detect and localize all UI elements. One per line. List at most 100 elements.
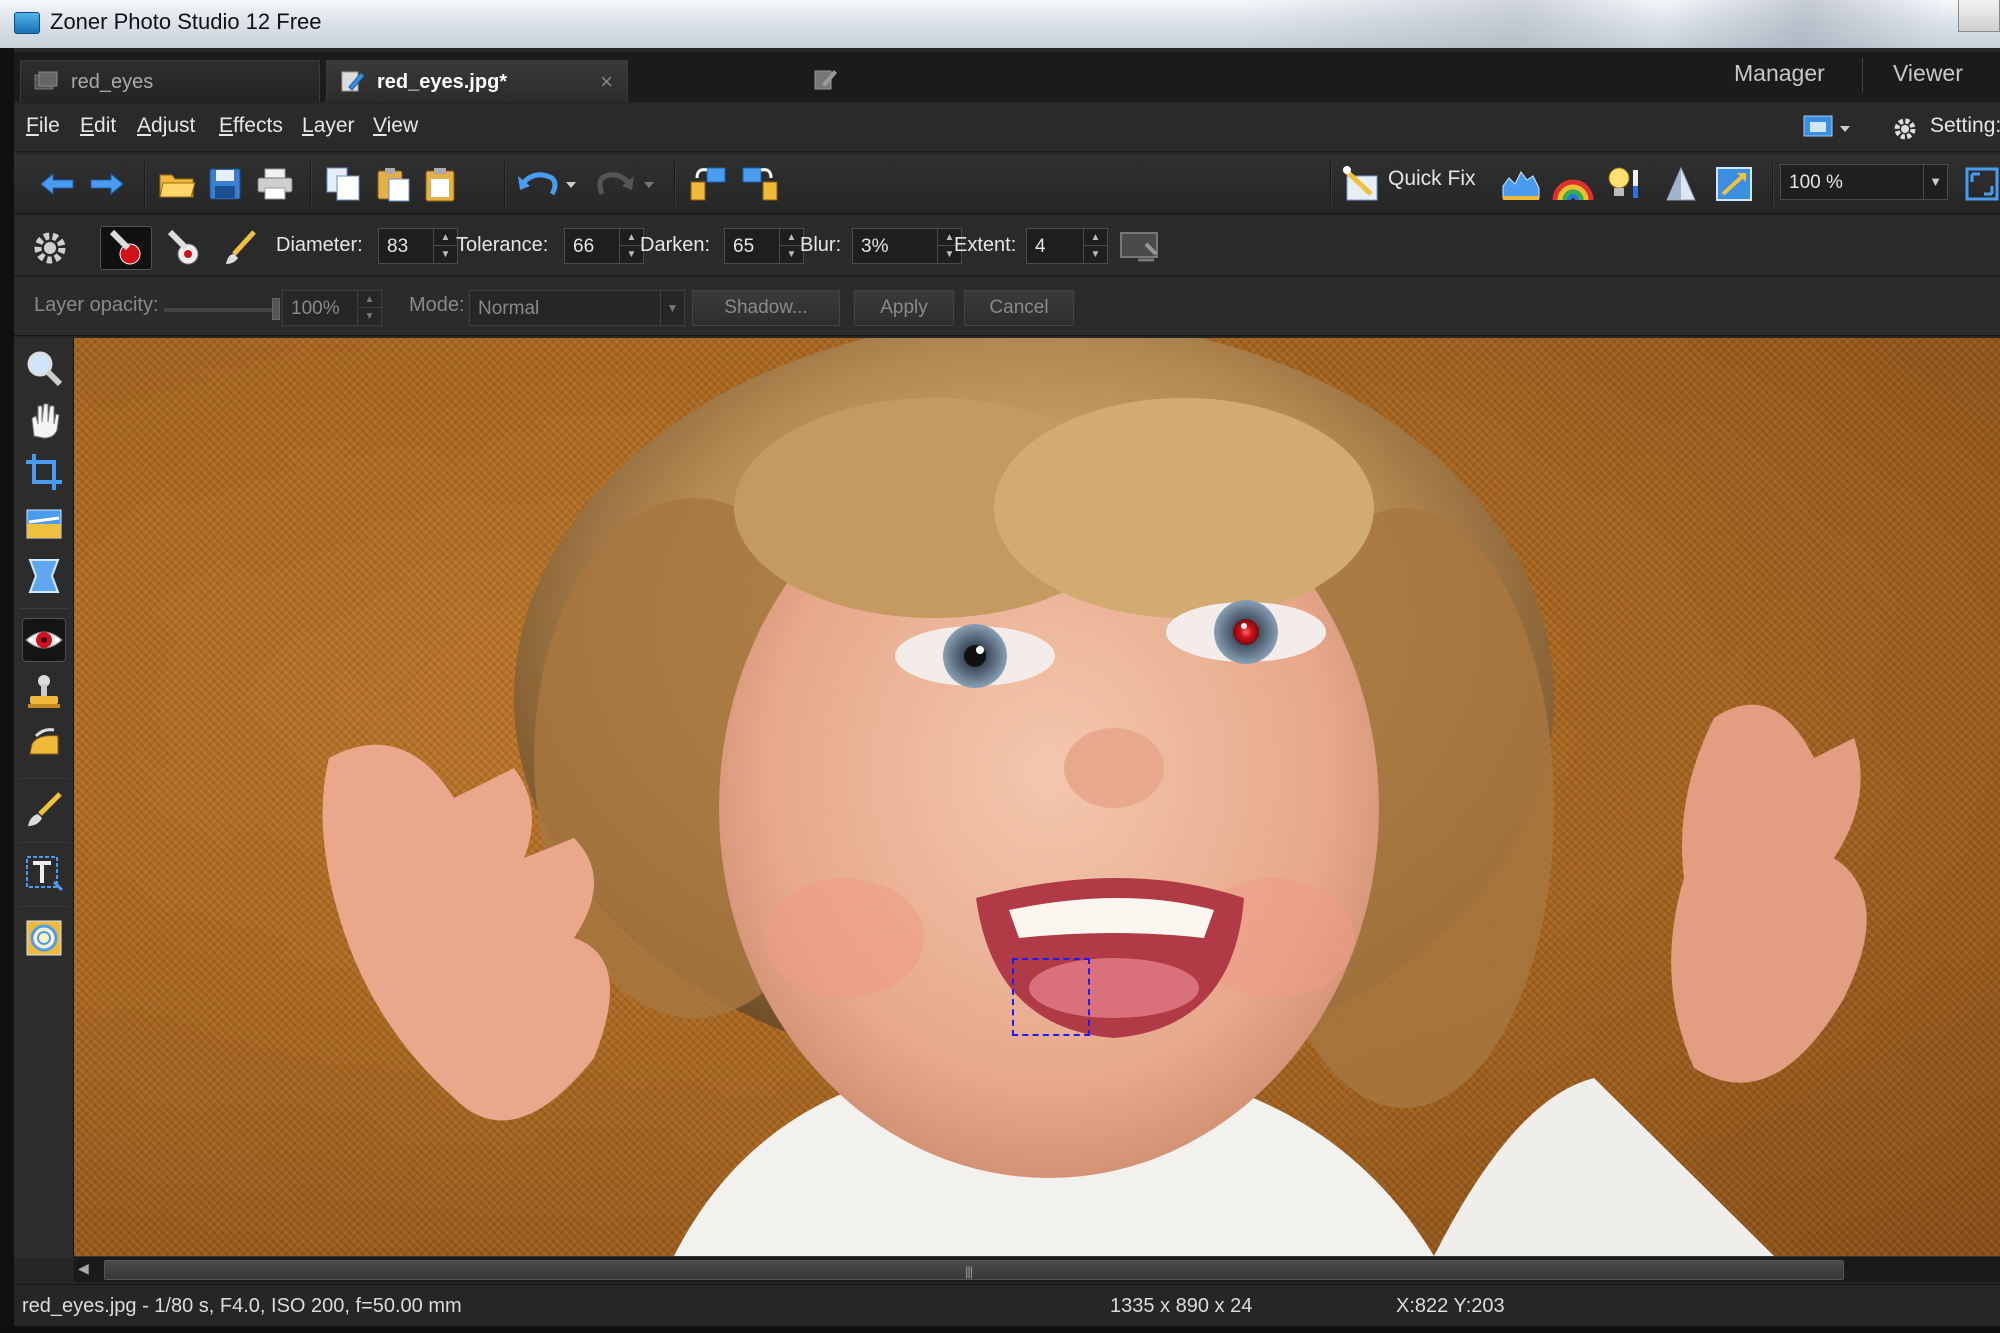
paste-button[interactable] xyxy=(370,162,416,206)
tolerance-label: Tolerance: xyxy=(456,234,549,256)
tool-options-bar: Diameter: 83 ▲ ▼ Tolerance: 66 ▲ ▼ Darken:… xyxy=(14,216,2000,276)
blur-stepper[interactable]: 3% ▲ ▼ xyxy=(852,228,962,264)
selection-marquee[interactable] xyxy=(1012,958,1090,1036)
straighten-tool[interactable] xyxy=(22,502,66,546)
opacity-slider-handle[interactable] xyxy=(272,298,280,320)
resize-button[interactable] xyxy=(1712,162,1758,206)
back-button[interactable] xyxy=(34,162,80,206)
crop-tool[interactable] xyxy=(22,450,66,494)
tab-manager[interactable]: Manager xyxy=(1734,60,1825,87)
horizontal-scrollbar[interactable]: ◀ ||| xyxy=(74,1256,2000,1282)
opacity-slider[interactable] xyxy=(164,308,274,312)
spin-up-icon[interactable]: ▲ xyxy=(358,291,381,308)
edit-document-icon xyxy=(341,71,365,92)
quick-fix-label[interactable]: Quick Fix xyxy=(1388,167,1476,191)
red-eye-mode-auto[interactable] xyxy=(100,226,152,270)
extent-stepper[interactable]: 4 ▲ ▼ xyxy=(1026,228,1108,264)
horizon-icon xyxy=(26,509,62,539)
tab-viewer[interactable]: Viewer xyxy=(1893,60,1963,87)
menu-file[interactable]: File xyxy=(26,114,60,138)
opacity-value: 100% xyxy=(291,298,340,319)
window-control-button[interactable] xyxy=(1958,0,2000,32)
menu-view[interactable]: View xyxy=(373,114,418,138)
light-button[interactable] xyxy=(1600,162,1646,206)
rotate-right-icon xyxy=(742,167,778,201)
save-button[interactable] xyxy=(202,162,248,206)
spin-down-icon[interactable]: ▼ xyxy=(1084,246,1107,263)
clone-stamp-tool[interactable] xyxy=(22,670,66,714)
tab-label: red_eyes xyxy=(71,71,154,93)
close-icon[interactable]: × xyxy=(600,69,613,95)
apply-button[interactable]: Apply xyxy=(854,290,954,326)
shadow-button[interactable]: Shadow... xyxy=(692,290,840,326)
menu-effects[interactable]: Effects xyxy=(219,114,283,138)
quick-fix-button[interactable] xyxy=(1340,162,1386,206)
scrollbar-thumb[interactable]: ||| xyxy=(104,1260,1844,1280)
text-tool[interactable] xyxy=(22,852,66,896)
fullscreen-button[interactable] xyxy=(1964,162,2000,206)
chevron-down-icon[interactable]: ▼ xyxy=(1923,165,1947,199)
print-icon xyxy=(257,168,293,200)
menu-settings[interactable]: Setting: xyxy=(1930,114,2000,138)
monitor-icon xyxy=(1120,232,1158,262)
redo-button[interactable] xyxy=(592,162,662,206)
preview-toggle-button[interactable] xyxy=(1114,226,1166,270)
healing-tool[interactable] xyxy=(22,722,66,766)
menu-edit[interactable]: Edit xyxy=(80,114,116,138)
cancel-button[interactable]: Cancel xyxy=(964,290,1074,326)
scroll-left-icon[interactable]: ◀ xyxy=(78,1260,89,1277)
tool-settings-button[interactable] xyxy=(24,226,76,270)
paste-icon xyxy=(377,168,410,202)
text-tool-icon xyxy=(26,856,64,892)
paste-icon xyxy=(425,168,455,202)
tab-red-eyes-jpg[interactable]: red_eyes.jpg* × xyxy=(326,60,628,102)
undo-icon xyxy=(518,172,576,196)
new-tab-icon[interactable] xyxy=(812,66,840,92)
spin-down-icon[interactable]: ▼ xyxy=(434,246,457,263)
brush-mode-button[interactable] xyxy=(214,226,266,270)
layer-options-bar: Layer opacity: 100% ▲ ▼ Mode: Normal ▼ Sh… xyxy=(14,278,2000,336)
image-canvas[interactable] xyxy=(74,338,2000,1256)
menu-layer[interactable]: Layer xyxy=(302,114,355,138)
rotate-right-button[interactable] xyxy=(736,162,782,206)
hand-tool[interactable] xyxy=(22,398,66,442)
menu-adjust[interactable]: Adjust xyxy=(137,114,195,138)
gear-icon[interactable] xyxy=(1892,116,1918,142)
brush-tool[interactable] xyxy=(22,788,66,832)
extent-value: 4 xyxy=(1035,236,1046,257)
brush-icon xyxy=(28,792,62,826)
rotate-left-button[interactable] xyxy=(686,162,732,206)
arrow-left-icon xyxy=(40,172,74,196)
spin-up-icon[interactable]: ▲ xyxy=(1084,229,1107,246)
blur-value: 3% xyxy=(861,236,889,257)
zoom-tool[interactable] xyxy=(22,346,66,390)
histogram-button[interactable] xyxy=(1498,162,1544,206)
color-button[interactable] xyxy=(1550,162,1596,206)
forward-button[interactable] xyxy=(84,162,130,206)
zoom-select[interactable]: 100 % ▼ xyxy=(1780,164,1948,200)
print-button[interactable] xyxy=(252,162,298,206)
tab-red-eyes-folder[interactable]: red_eyes xyxy=(20,60,320,102)
tolerance-stepper[interactable]: 66 ▲ ▼ xyxy=(564,228,644,264)
spin-down-icon[interactable]: ▼ xyxy=(358,308,381,325)
vignette-tool[interactable] xyxy=(22,916,66,960)
blend-mode-select[interactable]: Normal ▼ xyxy=(469,290,685,326)
sharpen-button[interactable] xyxy=(1658,162,1704,206)
spin-up-icon[interactable]: ▲ xyxy=(434,229,457,246)
darken-stepper[interactable]: 65 ▲ ▼ xyxy=(724,228,804,264)
hand-icon xyxy=(31,403,60,439)
red-eye-mode-manual[interactable] xyxy=(158,226,210,270)
diameter-value: 83 xyxy=(387,236,409,257)
workspace-icon[interactable] xyxy=(1802,114,1854,142)
tab-bar: red_eyes red_eyes.jpg* × xyxy=(14,52,2000,102)
perspective-tool[interactable] xyxy=(22,554,66,598)
app-window: Zoner Photo Studio 12 Free red_eyes red_… xyxy=(0,0,2000,1333)
copy-button[interactable] xyxy=(320,162,366,206)
chevron-down-icon[interactable]: ▼ xyxy=(660,291,684,325)
paste-special-button[interactable] xyxy=(418,162,464,206)
undo-button[interactable] xyxy=(514,162,584,206)
diameter-stepper[interactable]: 83 ▲ ▼ xyxy=(378,228,458,264)
opacity-stepper[interactable]: 100% ▲ ▼ xyxy=(282,290,382,326)
red-eye-tool[interactable] xyxy=(22,618,66,662)
open-button[interactable] xyxy=(154,162,200,206)
